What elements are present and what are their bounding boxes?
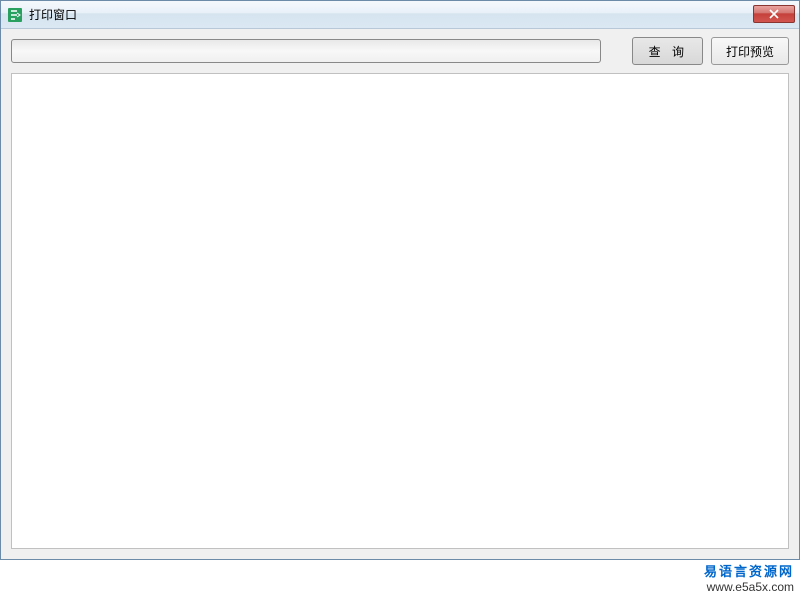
watermark-title: 易语言资源网	[704, 564, 794, 581]
window-title: 打印窗口	[29, 6, 77, 23]
query-button[interactable]: 查 询	[632, 37, 703, 65]
titlebar[interactable]: 打印窗口	[1, 1, 799, 29]
content-area	[11, 73, 789, 549]
close-button[interactable]	[753, 5, 795, 23]
app-icon	[7, 7, 23, 23]
search-input[interactable]	[11, 39, 601, 63]
watermark-url: www.e5a5x.com	[704, 580, 794, 596]
toolbar: 查 询 打印预览	[1, 29, 799, 73]
app-window: 打印窗口 查 询 打印预览	[0, 0, 800, 560]
watermark: 易语言资源网 www.e5a5x.com	[704, 564, 794, 596]
button-group: 查 询 打印预览	[632, 37, 789, 65]
print-preview-button[interactable]: 打印预览	[711, 37, 789, 65]
